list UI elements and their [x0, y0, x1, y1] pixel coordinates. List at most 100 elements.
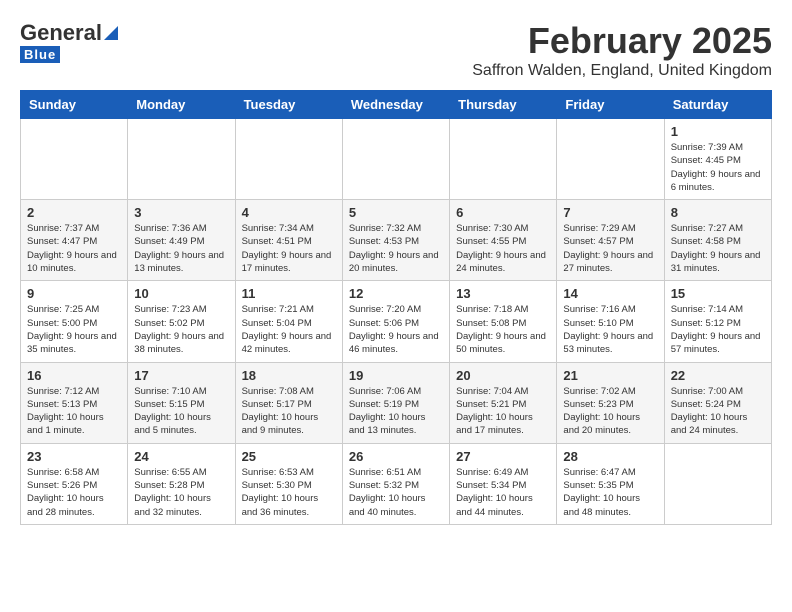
day-number: 5 [349, 205, 443, 220]
day-number: 12 [349, 286, 443, 301]
day-info: Sunrise: 6:47 AM Sunset: 5:35 PM Dayligh… [563, 466, 657, 519]
calendar-cell: 23Sunrise: 6:58 AM Sunset: 5:26 PM Dayli… [21, 443, 128, 524]
day-info: Sunrise: 7:23 AM Sunset: 5:02 PM Dayligh… [134, 303, 228, 356]
day-info: Sunrise: 7:29 AM Sunset: 4:57 PM Dayligh… [563, 222, 657, 275]
calendar-day-header: Tuesday [235, 91, 342, 119]
day-number: 22 [671, 368, 765, 383]
day-info: Sunrise: 7:10 AM Sunset: 5:15 PM Dayligh… [134, 385, 228, 438]
calendar-cell: 10 Sunrise: 7:23 AM Sunset: 5:02 PM Dayli… [128, 281, 235, 362]
calendar-cell: 20 Sunrise: 7:04 AM Sunset: 5:21 PM Dayli… [450, 362, 557, 443]
calendar-cell: 2Sunrise: 7:37 AM Sunset: 4:47 PM Daylig… [21, 200, 128, 281]
calendar-cell: 28 Sunrise: 6:47 AM Sunset: 5:35 PM Dayli… [557, 443, 664, 524]
calendar-day-header: Sunday [21, 91, 128, 119]
logo-blue: Blue [20, 46, 60, 63]
day-info: Sunrise: 7:14 AM Sunset: 5:12 PM Dayligh… [671, 303, 765, 356]
calendar-cell: 22 Sunrise: 7:00 AM Sunset: 5:24 PM Dayli… [664, 362, 771, 443]
logo-arrow-icon [104, 26, 118, 40]
day-info: Sunrise: 7:08 AM Sunset: 5:17 PM Dayligh… [242, 385, 336, 438]
day-info: Sunrise: 7:34 AM Sunset: 4:51 PM Dayligh… [242, 222, 336, 275]
day-info: Sunrise: 7:37 AM Sunset: 4:47 PM Dayligh… [27, 222, 121, 275]
calendar-header-row: SundayMondayTuesdayWednesdayThursdayFrid… [21, 91, 772, 119]
day-number: 24 [134, 449, 228, 464]
calendar-day-header: Thursday [450, 91, 557, 119]
day-number: 7 [563, 205, 657, 220]
calendar-cell [21, 119, 128, 200]
calendar-cell: 25Sunrise: 6:53 AM Sunset: 5:30 PM Dayli… [235, 443, 342, 524]
calendar-day-header: Saturday [664, 91, 771, 119]
calendar-cell [235, 119, 342, 200]
day-number: 18 [242, 368, 336, 383]
day-number: 10 [134, 286, 228, 301]
day-number: 3 [134, 205, 228, 220]
day-info: Sunrise: 7:36 AM Sunset: 4:49 PM Dayligh… [134, 222, 228, 275]
day-number: 13 [456, 286, 550, 301]
day-info: Sunrise: 7:25 AM Sunset: 5:00 PM Dayligh… [27, 303, 121, 356]
calendar-cell: 26Sunrise: 6:51 AM Sunset: 5:32 PM Dayli… [342, 443, 449, 524]
day-info: Sunrise: 6:55 AM Sunset: 5:28 PM Dayligh… [134, 466, 228, 519]
day-number: 9 [27, 286, 121, 301]
day-number: 11 [242, 286, 336, 301]
calendar-cell: 12 Sunrise: 7:20 AM Sunset: 5:06 PM Dayli… [342, 281, 449, 362]
title-section: February 2025 Saffron Walden, England, U… [472, 20, 772, 80]
calendar-week-row: 9 Sunrise: 7:25 AM Sunset: 5:00 PM Daylig… [21, 281, 772, 362]
calendar-cell: 15 Sunrise: 7:14 AM Sunset: 5:12 PM Dayli… [664, 281, 771, 362]
calendar-cell: 24 Sunrise: 6:55 AM Sunset: 5:28 PM Dayli… [128, 443, 235, 524]
day-number: 16 [27, 368, 121, 383]
calendar-cell: 7 Sunrise: 7:29 AM Sunset: 4:57 PM Daylig… [557, 200, 664, 281]
day-info: Sunrise: 7:04 AM Sunset: 5:21 PM Dayligh… [456, 385, 550, 438]
calendar-cell: 18 Sunrise: 7:08 AM Sunset: 5:17 PM Dayli… [235, 362, 342, 443]
calendar-table: SundayMondayTuesdayWednesdayThursdayFrid… [20, 90, 772, 525]
calendar-day-header: Friday [557, 91, 664, 119]
day-info: Sunrise: 7:30 AM Sunset: 4:55 PM Dayligh… [456, 222, 550, 275]
day-number: 15 [671, 286, 765, 301]
logo: General Blue [20, 20, 118, 63]
calendar-cell: 3 Sunrise: 7:36 AM Sunset: 4:49 PM Daylig… [128, 200, 235, 281]
calendar-cell: 19 Sunrise: 7:06 AM Sunset: 5:19 PM Dayli… [342, 362, 449, 443]
day-info: Sunrise: 7:12 AM Sunset: 5:13 PM Dayligh… [27, 385, 121, 438]
day-number: 19 [349, 368, 443, 383]
calendar-cell: 6 Sunrise: 7:30 AM Sunset: 4:55 PM Daylig… [450, 200, 557, 281]
calendar-cell: 17 Sunrise: 7:10 AM Sunset: 5:15 PM Dayli… [128, 362, 235, 443]
calendar-cell: 14 Sunrise: 7:16 AM Sunset: 5:10 PM Dayli… [557, 281, 664, 362]
calendar-week-row: 16 Sunrise: 7:12 AM Sunset: 5:13 PM Dayli… [21, 362, 772, 443]
day-info: Sunrise: 7:20 AM Sunset: 5:06 PM Dayligh… [349, 303, 443, 356]
day-number: 23 [27, 449, 121, 464]
day-number: 6 [456, 205, 550, 220]
day-info: Sunrise: 7:02 AM Sunset: 5:23 PM Dayligh… [563, 385, 657, 438]
location-subtitle: Saffron Walden, England, United Kingdom [472, 62, 772, 80]
calendar-week-row: 1Sunrise: 7:39 AM Sunset: 4:45 PM Daylig… [21, 119, 772, 200]
day-info: Sunrise: 7:16 AM Sunset: 5:10 PM Dayligh… [563, 303, 657, 356]
calendar-cell: 11Sunrise: 7:21 AM Sunset: 5:04 PM Dayli… [235, 281, 342, 362]
day-info: Sunrise: 7:06 AM Sunset: 5:19 PM Dayligh… [349, 385, 443, 438]
calendar-cell: 13 Sunrise: 7:18 AM Sunset: 5:08 PM Dayli… [450, 281, 557, 362]
calendar-week-row: 2Sunrise: 7:37 AM Sunset: 4:47 PM Daylig… [21, 200, 772, 281]
calendar-cell: 5 Sunrise: 7:32 AM Sunset: 4:53 PM Daylig… [342, 200, 449, 281]
calendar-cell [342, 119, 449, 200]
day-number: 25 [242, 449, 336, 464]
calendar-cell [557, 119, 664, 200]
calendar-cell [128, 119, 235, 200]
month-title: February 2025 [472, 20, 772, 62]
logo-general: General [20, 20, 102, 46]
day-number: 20 [456, 368, 550, 383]
calendar-day-header: Wednesday [342, 91, 449, 119]
calendar-cell: 16 Sunrise: 7:12 AM Sunset: 5:13 PM Dayli… [21, 362, 128, 443]
day-number: 27 [456, 449, 550, 464]
day-info: Sunrise: 7:00 AM Sunset: 5:24 PM Dayligh… [671, 385, 765, 438]
day-number: 26 [349, 449, 443, 464]
calendar-cell: 8Sunrise: 7:27 AM Sunset: 4:58 PM Daylig… [664, 200, 771, 281]
day-info: Sunrise: 6:49 AM Sunset: 5:34 PM Dayligh… [456, 466, 550, 519]
day-number: 28 [563, 449, 657, 464]
page-header: General Blue February 2025 Saffron Walde… [20, 20, 772, 80]
calendar-cell [450, 119, 557, 200]
day-info: Sunrise: 7:27 AM Sunset: 4:58 PM Dayligh… [671, 222, 765, 275]
calendar-week-row: 23Sunrise: 6:58 AM Sunset: 5:26 PM Dayli… [21, 443, 772, 524]
day-info: Sunrise: 7:32 AM Sunset: 4:53 PM Dayligh… [349, 222, 443, 275]
day-info: Sunrise: 7:18 AM Sunset: 5:08 PM Dayligh… [456, 303, 550, 356]
day-number: 14 [563, 286, 657, 301]
day-number: 21 [563, 368, 657, 383]
calendar-day-header: Monday [128, 91, 235, 119]
day-number: 1 [671, 124, 765, 139]
calendar-cell: 9 Sunrise: 7:25 AM Sunset: 5:00 PM Daylig… [21, 281, 128, 362]
day-number: 17 [134, 368, 228, 383]
